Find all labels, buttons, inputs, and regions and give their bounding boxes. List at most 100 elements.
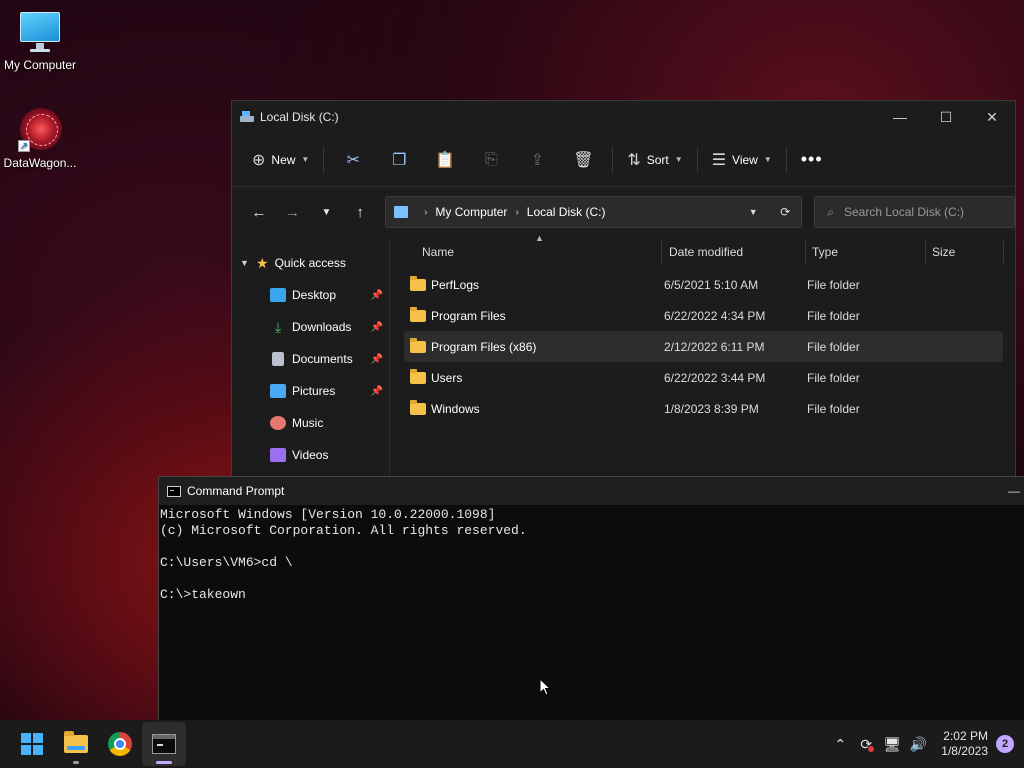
address-dropdown-icon[interactable]: ▼: [737, 207, 769, 217]
nav-item-videos[interactable]: Videos: [232, 439, 389, 471]
folder-icon: [410, 337, 426, 353]
column-type[interactable]: Type: [806, 237, 926, 267]
pin-icon: 📌: [370, 353, 383, 365]
command-prompt-window[interactable]: Command Prompt — Microsoft Windows [Vers…: [158, 476, 1024, 720]
download-icon: ⤓: [274, 319, 282, 335]
maximize-button[interactable]: ☐: [923, 101, 969, 133]
folder-icon: [410, 368, 426, 384]
forward-button[interactable]: →: [276, 197, 310, 227]
new-label: New: [271, 152, 296, 167]
taskbar-chrome[interactable]: [98, 722, 142, 766]
chevron-right-icon: ›: [424, 206, 428, 218]
chevron-down-icon[interactable]: ▼: [240, 258, 256, 268]
start-icon: [21, 733, 43, 755]
recent-locations-button[interactable]: ▼: [310, 197, 344, 227]
title-bar[interactable]: Local Disk (C:) — ☐ ✕: [232, 101, 1015, 133]
search-input[interactable]: [844, 205, 994, 219]
address-bar[interactable]: › My Computer › Local Disk (C:) ▼ ⟳: [385, 196, 803, 228]
notification-badge[interactable]: 2: [996, 735, 1014, 753]
rename-icon[interactable]: ⎘: [468, 144, 514, 176]
file-row[interactable]: Windows 1/8/2023 8:39 PM File folder: [404, 393, 1003, 424]
copy-icon[interactable]: ❐: [376, 144, 422, 176]
monitor-icon: [18, 10, 62, 54]
breadcrumb-local-disk[interactable]: Local Disk (C:): [527, 205, 606, 219]
sort-button[interactable]: ⇅ Sort ▼: [619, 144, 690, 176]
taskbar-file-explorer[interactable]: [54, 722, 98, 766]
nav-label: Pictures: [292, 384, 336, 398]
clock-date: 1/8/2023: [941, 744, 988, 758]
nav-item-pictures[interactable]: Pictures 📌: [232, 375, 389, 407]
network-icon[interactable]: 🖥: [879, 736, 905, 753]
desktop-icon-my-computer[interactable]: My Computer: [0, 10, 80, 72]
show-hidden-icons-button[interactable]: ⌃: [827, 736, 853, 753]
desktop-icon-label: DataWagon...: [3, 156, 77, 170]
command-bar: ⊕ New ▼ ✂ ❐ 📋 ⎘ ⇪ 🗑 ⇅ Sort ▼ ☰ View ▼ ••…: [232, 133, 1015, 187]
column-size[interactable]: Size: [926, 237, 1004, 267]
search-box[interactable]: ⌕: [814, 196, 1015, 228]
nav-item-desktop[interactable]: Desktop 📌: [232, 279, 389, 311]
column-name[interactable]: Name: [390, 237, 662, 267]
file-row[interactable]: Users 6/22/2022 3:44 PM File folder: [404, 362, 1003, 393]
cut-icon[interactable]: ✂: [330, 144, 376, 176]
column-date-modified[interactable]: Date modified: [662, 237, 806, 267]
nav-item-documents[interactable]: Documents 📌: [232, 343, 389, 375]
command-prompt-icon: [167, 485, 181, 497]
clock-time: 2:02 PM: [943, 729, 988, 743]
nav-label: Quick access: [274, 256, 346, 270]
clock[interactable]: 2:02 PM 1/8/2023: [941, 729, 988, 759]
refresh-icon[interactable]: ⟳: [769, 205, 801, 219]
minimize-button[interactable]: —: [1008, 484, 1024, 498]
more-options-button[interactable]: •••: [793, 144, 831, 176]
file-row[interactable]: PerfLogs 6/5/2021 5:10 AM File folder: [404, 269, 1003, 300]
drive-icon: [240, 111, 254, 123]
cmd-title-bar[interactable]: Command Prompt —: [159, 477, 1024, 505]
sort-icon: ⇅: [627, 151, 641, 169]
console-line: C:\>takeown: [160, 587, 246, 602]
breadcrumb-my-computer[interactable]: My Computer: [435, 205, 507, 219]
paste-icon[interactable]: 📋: [422, 144, 468, 176]
cmd-window-title: Command Prompt: [187, 484, 285, 498]
desktop-icon: [270, 288, 286, 302]
running-indicator: [73, 761, 79, 764]
documents-icon: [272, 352, 284, 366]
sort-label: Sort: [646, 152, 669, 167]
nav-label: Music: [292, 416, 324, 430]
view-button[interactable]: ☰ View ▼: [704, 144, 780, 176]
command-prompt-icon: [152, 734, 176, 754]
file-row-selected[interactable]: Program Files (x86) 2/12/2022 6:11 PM Fi…: [404, 331, 1003, 362]
nav-label: Downloads: [292, 320, 352, 334]
pin-icon: 📌: [370, 385, 383, 397]
chevron-down-icon: ▼: [301, 155, 310, 164]
nav-item-music[interactable]: Music: [232, 407, 389, 439]
up-button[interactable]: ↑: [343, 197, 377, 227]
music-icon: [270, 416, 286, 430]
start-button[interactable]: [10, 722, 54, 766]
taskbar-command-prompt[interactable]: [142, 722, 186, 766]
new-button[interactable]: ⊕ New ▼: [244, 144, 317, 176]
file-explorer-icon: [64, 731, 88, 753]
delete-icon[interactable]: 🗑: [560, 144, 606, 176]
chevron-right-icon: ›: [515, 206, 519, 218]
column-header-row: ▲ Name Date modified Type Size: [390, 233, 1015, 267]
desktop-icon-label: My Computer: [3, 58, 77, 72]
window-title: Local Disk (C:): [260, 110, 339, 124]
close-button[interactable]: ✕: [969, 101, 1015, 133]
minimize-button[interactable]: —: [877, 101, 923, 133]
back-button[interactable]: ←: [242, 197, 276, 227]
navigation-row: ← → ▼ ↑ › My Computer › Local Disk (C:) …: [232, 187, 1015, 237]
share-icon[interactable]: ⇪: [514, 144, 560, 176]
pin-icon: 📌: [370, 321, 383, 333]
chrome-icon: [108, 732, 132, 756]
file-row[interactable]: Program Files 6/22/2022 4:34 PM File fol…: [404, 300, 1003, 331]
chevron-down-icon: ▼: [674, 155, 683, 164]
file-list: ▲ Name Date modified Type Size PerfLogs …: [390, 233, 1015, 479]
view-icon: ☰: [711, 151, 727, 169]
console-line: Microsoft Windows [Version 10.0.22000.10…: [160, 507, 496, 522]
nav-item-downloads[interactable]: ⤓ Downloads 📌: [232, 311, 389, 343]
console-output[interactable]: Microsoft Windows [Version 10.0.22000.10…: [159, 505, 1024, 603]
videos-icon: [270, 448, 286, 462]
volume-icon[interactable]: 🔊: [905, 736, 931, 753]
desktop-icon-datawagon[interactable]: ↗ DataWagon...: [0, 108, 80, 170]
nav-quick-access[interactable]: ▼ ★ Quick access: [232, 247, 389, 279]
sync-icon[interactable]: ⟳: [853, 736, 879, 753]
